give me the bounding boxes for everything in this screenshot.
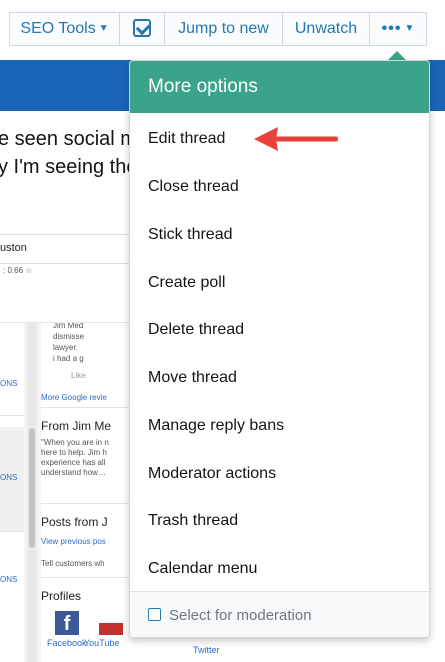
- red-arrow-icon: [254, 127, 338, 151]
- review-line: Jim Med: [53, 323, 84, 330]
- scrollbar-thumb: [29, 428, 35, 548]
- quote-line: understand how…: [41, 468, 106, 477]
- posts-heading: Posts from J: [41, 515, 108, 529]
- panel-divider: [41, 577, 135, 578]
- select-for-moderation-option[interactable]: Select for moderation: [130, 592, 429, 637]
- tell-customers-text: Tell customers wh: [41, 559, 105, 568]
- unwatch-label: Unwatch: [294, 20, 358, 37]
- unwatch-button[interactable]: Unwatch: [282, 12, 369, 46]
- more-reviews-link: More Google revie: [41, 393, 107, 402]
- jump-to-new-label: Jump to new: [178, 20, 269, 37]
- panel-divider: [41, 503, 135, 504]
- more-dots-icon: •••: [381, 20, 402, 37]
- menu-item-close-thread[interactable]: Close thread: [130, 163, 429, 210]
- menu-item-trash-thread[interactable]: Trash thread: [130, 497, 429, 544]
- like-label: Like: [71, 371, 86, 380]
- select-for-moderation-label: Select for moderation: [169, 607, 312, 624]
- checkbox-icon[interactable]: [148, 608, 161, 621]
- jump-to-new-button[interactable]: Jump to new: [164, 12, 282, 46]
- thread-toolbar: SEO Tools ▼ Jump to new Unwatch ••• ▼: [0, 0, 445, 58]
- panel-divider: [41, 407, 135, 408]
- results-left-column: ONS ONS ONS: [0, 323, 24, 662]
- menu-title: More options: [130, 61, 429, 113]
- quote-line: "When you are in n: [41, 438, 109, 447]
- result-link: ONS: [0, 473, 18, 482]
- post-text-line: y I'm seeing ther: [0, 156, 145, 178]
- search-results-bar: uston: [0, 234, 135, 264]
- knowledge-panel: Jim Med dismisse lawyer. i had a g Like …: [41, 323, 135, 662]
- menu-item-manage-reply-bans[interactable]: Manage reply bans: [130, 402, 429, 449]
- domain-authority-text: : 0.66 ☆: [3, 266, 33, 275]
- caret-down-icon: ▼: [98, 23, 109, 34]
- from-heading: From Jim Me: [41, 419, 111, 433]
- quote-line: experience has all: [41, 458, 106, 467]
- result-link: ONS: [0, 575, 18, 584]
- post-text-line: e seen social me: [0, 128, 149, 150]
- row-divider: [0, 531, 24, 532]
- menu-item-create-poll[interactable]: Create poll: [130, 259, 429, 306]
- result-link: ONS: [0, 379, 18, 388]
- menu-item-move-thread[interactable]: Move thread: [130, 354, 429, 401]
- row-divider: [0, 415, 24, 416]
- more-options-button[interactable]: ••• ▼: [369, 12, 427, 46]
- profiles-heading: Profiles: [41, 589, 82, 603]
- review-line: i had a g: [53, 354, 84, 363]
- embedded-screenshot: uston : 0.66 ☆ ONS ONS ONS Jim Med dismi…: [0, 230, 135, 662]
- menu-item-calendar-menu[interactable]: Calendar menu: [130, 545, 429, 592]
- menu-item-moderator-actions[interactable]: Moderator actions: [130, 450, 429, 497]
- view-previous-link: View previous pos: [41, 537, 106, 546]
- twitter-label: Twitter: [193, 645, 220, 655]
- facebook-label: Facebook: [47, 638, 87, 648]
- search-results-frame: ONS ONS ONS Jim Med dismisse lawyer. i h…: [0, 322, 135, 662]
- seo-tools-label: SEO Tools: [20, 20, 96, 37]
- menu-item-delete-thread[interactable]: Delete thread: [130, 306, 429, 353]
- menu-item-stick-thread[interactable]: Stick thread: [130, 211, 429, 258]
- moderation-checkbox-button[interactable]: [119, 12, 164, 46]
- facebook-icon: f: [55, 611, 79, 635]
- review-line: dismisse: [53, 332, 85, 341]
- quote-line: here to help. Jim h: [41, 448, 107, 457]
- youtube-label: YouTube: [84, 638, 120, 648]
- seo-tools-button[interactable]: SEO Tools ▼: [9, 12, 119, 46]
- youtube-icon: [99, 623, 123, 635]
- review-line: lawyer.: [53, 343, 78, 352]
- checkbox-checked-icon: [133, 18, 151, 37]
- caret-down-icon: ▼: [404, 23, 415, 34]
